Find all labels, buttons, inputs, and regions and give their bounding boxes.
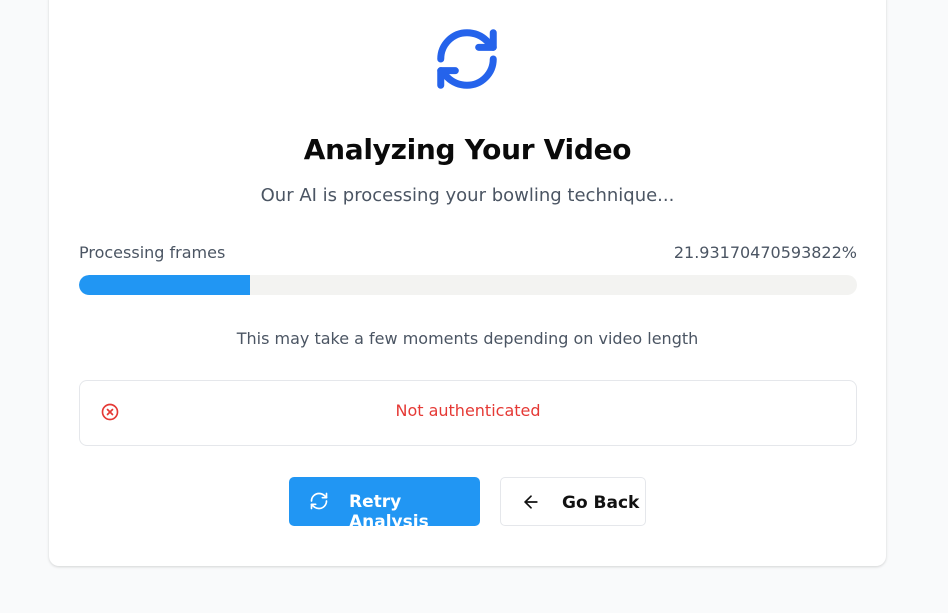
refresh-icon xyxy=(310,492,328,510)
error-alert: Not authenticated xyxy=(79,380,857,446)
arrow-left-icon xyxy=(524,495,538,509)
progress-bar xyxy=(79,275,857,295)
go-back-button[interactable]: Go Back xyxy=(500,477,646,526)
retry-analysis-button[interactable]: Retry Analysis xyxy=(289,477,480,532)
error-message: Not authenticated xyxy=(395,401,541,420)
analysis-card: Analyzing Your Video Our AI is processin… xyxy=(49,0,886,566)
progress-label: Processing frames xyxy=(79,243,226,262)
retry-analysis-label: Retry Analysis xyxy=(349,492,429,532)
hint-text: This may take a few moments depending on… xyxy=(236,329,699,348)
page-subtitle: Our AI is processing your bowling techni… xyxy=(260,185,675,206)
go-back-label: Go Back xyxy=(562,493,640,513)
progress-value: 21.93170470593822% xyxy=(673,243,857,262)
progress-bar-fill xyxy=(79,275,250,295)
refresh-icon xyxy=(437,29,497,89)
page-title: Analyzing Your Video xyxy=(303,133,632,166)
